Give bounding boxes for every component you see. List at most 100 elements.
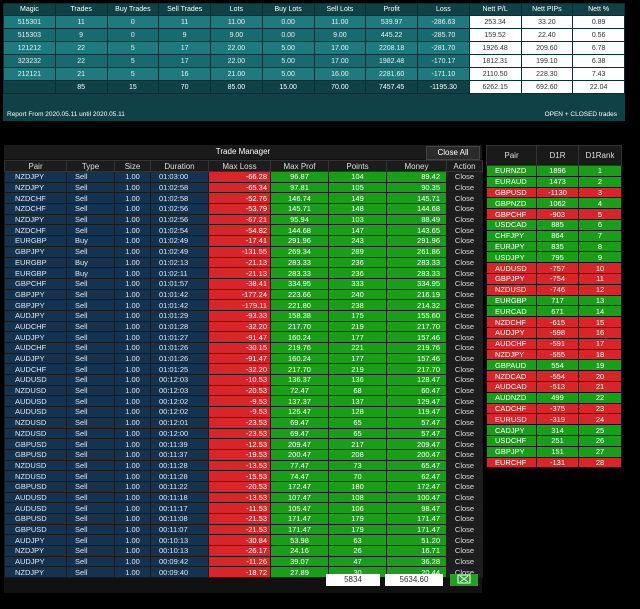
rank-row[interactable]: EURGBP 717 13: [486, 294, 622, 307]
rank-row[interactable]: AUDNZD 499 22: [486, 391, 622, 404]
rank-row[interactable]: AUDUSD -757 10: [486, 262, 622, 274]
rank-row[interactable]: GBPNZD 1062 4: [486, 197, 622, 210]
close-box-icon: [457, 574, 471, 584]
trade-cell: 65.47: [386, 459, 447, 472]
rank-row[interactable]: GBPAUD 554 19: [486, 359, 622, 372]
rank-row[interactable]: CADCHF -375 23: [486, 402, 622, 415]
trade-cell: 00:11:08: [150, 513, 209, 525]
rank-row[interactable]: NZDCHF -615 15: [486, 316, 622, 328]
summary-cell: 323232: [3, 54, 56, 68]
trade-cell: 217.70: [386, 320, 447, 333]
trade-cell: 60.47: [386, 384, 447, 397]
close-trade-button[interactable]: Close: [446, 224, 483, 237]
close-trade-button[interactable]: Close: [446, 267, 483, 279]
close-trade-button[interactable]: Close: [446, 534, 483, 547]
close-trade-button[interactable]: Close: [446, 192, 483, 205]
trade-cell: 171.47: [386, 513, 447, 525]
close-trade-button[interactable]: Close: [446, 299, 483, 311]
close-trade-button[interactable]: Close: [446, 427, 483, 440]
close-trade-button[interactable]: Close: [446, 288, 483, 301]
close-trade-button[interactable]: Close: [446, 203, 483, 215]
trade-cell: 1.00: [114, 192, 151, 205]
trade-cell: 01:02:13: [150, 256, 209, 269]
trade-cell: Sell: [66, 502, 115, 514]
close-trade-button[interactable]: Close: [446, 513, 483, 525]
close-trade-button[interactable]: Close: [446, 171, 483, 183]
trade-cell: 137.37: [270, 395, 329, 408]
close-trade-button[interactable]: Close: [446, 309, 483, 322]
rank-value: 13: [578, 294, 622, 307]
rank-row[interactable]: GBPJPY 151 27: [486, 445, 622, 458]
rank-row[interactable]: NZDJPY -555 18: [486, 348, 622, 361]
close-trade-button[interactable]: Close: [446, 277, 483, 290]
rank-row[interactable]: EURAUD 1473 2: [486, 175, 622, 188]
rank-d1r: -903: [536, 208, 579, 220]
close-trade-button[interactable]: Close: [446, 438, 483, 450]
close-trade-button[interactable]: Close: [446, 395, 483, 408]
close-trade-button[interactable]: Close: [446, 320, 483, 333]
close-trade-button[interactable]: Close: [446, 480, 483, 493]
rank-row[interactable]: CADJPY 314 25: [486, 424, 622, 436]
rank-pair: NZDCAD: [486, 370, 537, 382]
summary-cell: 11.00: [210, 15, 263, 29]
trade-cell: 1.00: [114, 406, 151, 418]
rank-row[interactable]: NZDCAD -554 20: [486, 370, 622, 382]
rank-row[interactable]: EURJPY 835 8: [486, 240, 622, 253]
trade-cell: -52.76: [208, 192, 271, 205]
close-trade-button[interactable]: Close: [446, 235, 483, 247]
close-trade-button[interactable]: Close: [446, 555, 483, 568]
rank-d1r: 1896: [536, 165, 579, 177]
trade-cell: 171.47: [270, 523, 329, 536]
close-trade-button[interactable]: Close: [446, 448, 483, 461]
rank-row[interactable]: EURCHF -131 28: [486, 456, 622, 469]
close-trade-button[interactable]: Close: [446, 331, 483, 343]
close-trade-button[interactable]: Close: [446, 491, 483, 504]
close-all-button[interactable]: Close All: [426, 146, 480, 160]
trade-cell: 57.47: [386, 416, 447, 429]
close-trade-button[interactable]: Close: [446, 181, 483, 194]
close-trade-button[interactable]: Close: [446, 470, 483, 482]
trade-cell: NZDUSD: [4, 427, 67, 440]
close-trade-button[interactable]: Close: [446, 363, 483, 376]
rank-row[interactable]: NZDUSD -746 12: [486, 283, 622, 296]
trade-cell: 00:12:02: [150, 406, 209, 418]
rank-row[interactable]: USDCAD 885 6: [486, 218, 622, 231]
rank-row[interactable]: GBPUSD -1130 3: [486, 186, 622, 199]
rank-d1r: 795: [536, 251, 579, 264]
rank-row[interactable]: CHFJPY 864 7: [486, 229, 622, 242]
close-trade-button[interactable]: Close: [446, 374, 483, 386]
trade-cell: NZDJPY: [4, 545, 67, 557]
rank-row[interactable]: GBPCHF -903 5: [486, 208, 622, 220]
rank-row[interactable]: EURCAD 671 14: [486, 305, 622, 318]
rank-row[interactable]: EURUSD -319 24: [486, 413, 622, 426]
summary-cell: 515303: [3, 28, 56, 42]
close-trade-button[interactable]: Close: [446, 213, 483, 226]
close-trade-button[interactable]: Close: [446, 523, 483, 536]
close-trade-button[interactable]: Close: [446, 384, 483, 397]
rank-row[interactable]: AUDJPY -598 16: [486, 326, 622, 339]
close-trade-button[interactable]: Close: [446, 245, 483, 258]
close-all-icon-button[interactable]: [450, 574, 478, 586]
rank-row[interactable]: AUDCAD -513 21: [486, 380, 622, 393]
trade-cell: Sell: [66, 545, 115, 557]
trade-cell: -12.53: [208, 438, 271, 450]
close-trade-button[interactable]: Close: [446, 342, 483, 354]
close-trade-button[interactable]: Close: [446, 545, 483, 557]
rank-row[interactable]: USDJPY 795 9: [486, 251, 622, 264]
close-trade-button[interactable]: Close: [446, 256, 483, 269]
trade-cell: 00:11:17: [150, 502, 209, 514]
close-trade-button[interactable]: Close: [446, 352, 483, 365]
rank-row[interactable]: USDCHF 251 26: [486, 434, 622, 447]
close-trade-button[interactable]: Close: [446, 406, 483, 418]
close-trade-button[interactable]: Close: [446, 502, 483, 514]
summary-cell: 22.40: [520, 28, 574, 42]
rank-row[interactable]: AUDCHF -591 17: [486, 337, 622, 350]
rank-d1r: -555: [536, 348, 579, 361]
summary-total-cell: 15: [106, 80, 160, 94]
trade-cell: 97.81: [270, 181, 329, 194]
rank-row[interactable]: EURNZD 1896 1: [486, 165, 622, 177]
close-trade-button[interactable]: Close: [446, 459, 483, 472]
rank-row[interactable]: GBPJPY -754 11: [486, 272, 622, 285]
trade-cell: 172.47: [386, 480, 447, 493]
close-trade-button[interactable]: Close: [446, 416, 483, 429]
